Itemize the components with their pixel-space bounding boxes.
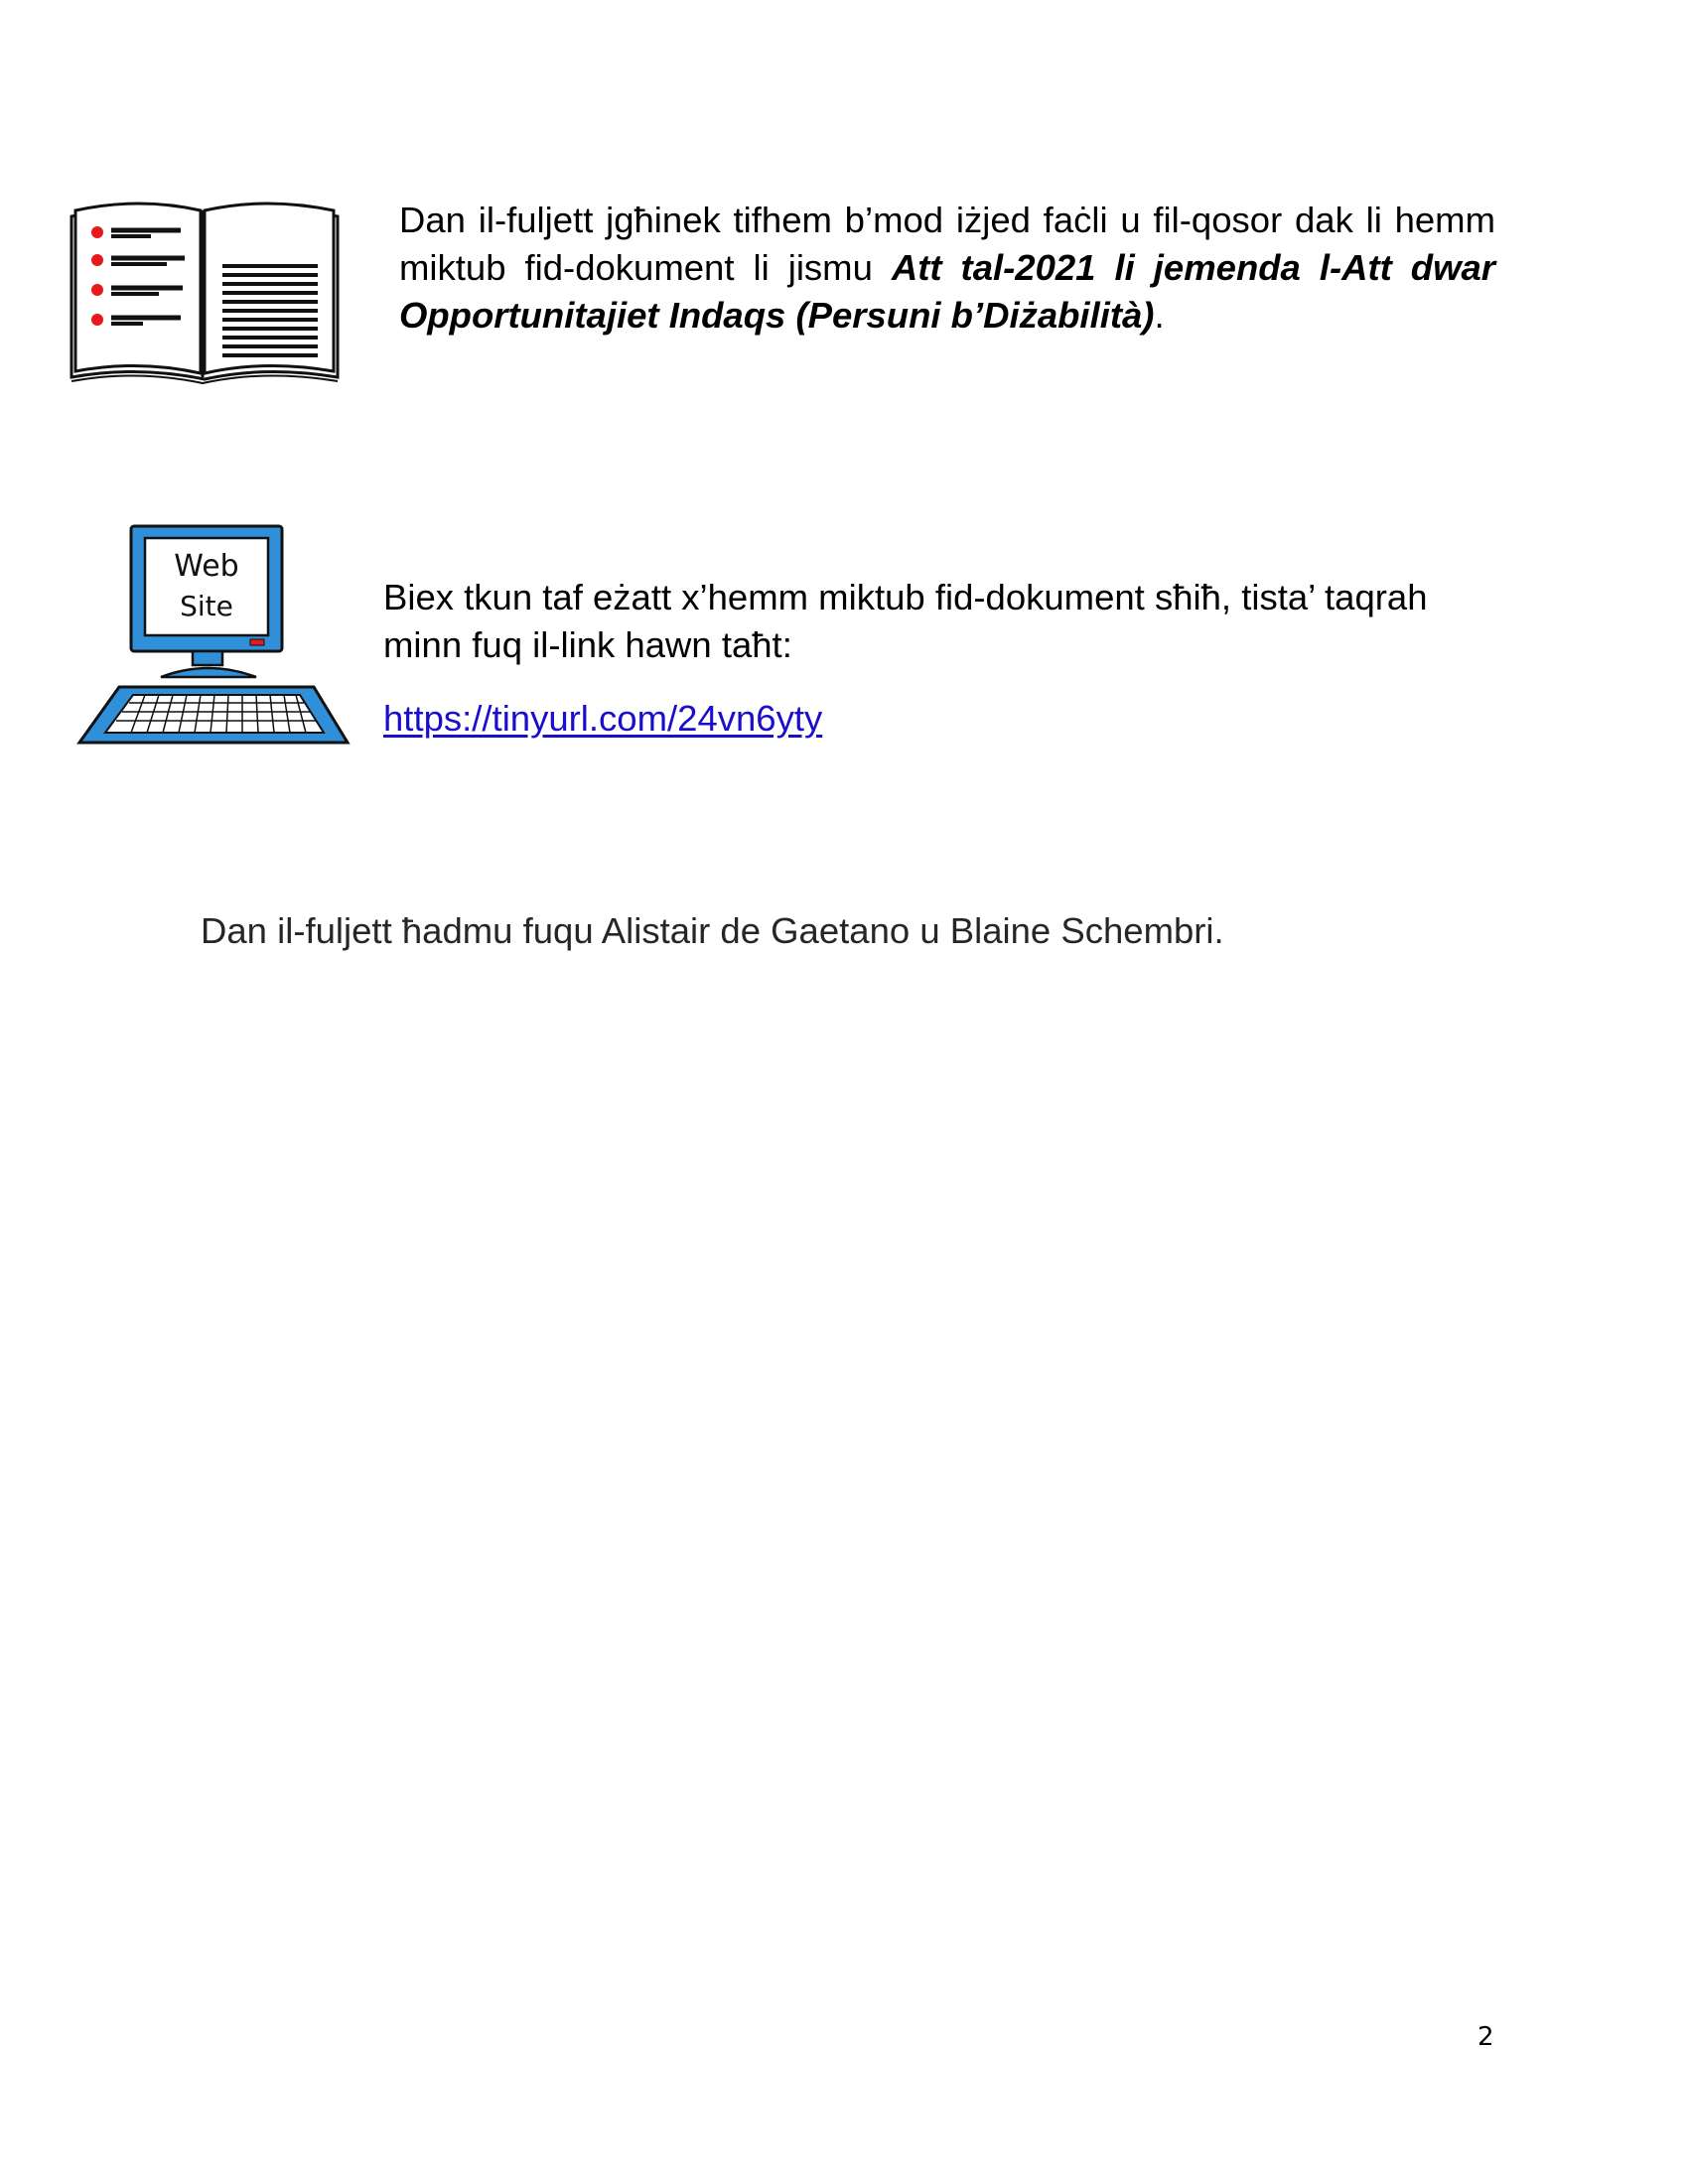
screen-label-site: Site: [180, 590, 233, 622]
link-line: https://tinyurl.com/24vn6yty: [383, 695, 822, 743]
intro-paragraph: Dan il-fuljett jgħinek tifhem b’mod iżje…: [399, 197, 1495, 340]
credits-text: Dan il-fuljett ħadmu fuqu Alistair de Ga…: [201, 910, 1224, 951]
web-paragraph: Biex tkun taf eżatt x’hemm miktub fid-do…: [383, 577, 1428, 665]
computer-website-icon: Web Site: [75, 522, 352, 749]
intro-period: .: [1154, 295, 1165, 336]
page-number: 2: [1477, 2022, 1494, 2052]
open-book-icon: [68, 197, 342, 385]
document-link[interactable]: https://tinyurl.com/24vn6yty: [383, 698, 822, 739]
screen-label-web: Web: [174, 549, 238, 584]
